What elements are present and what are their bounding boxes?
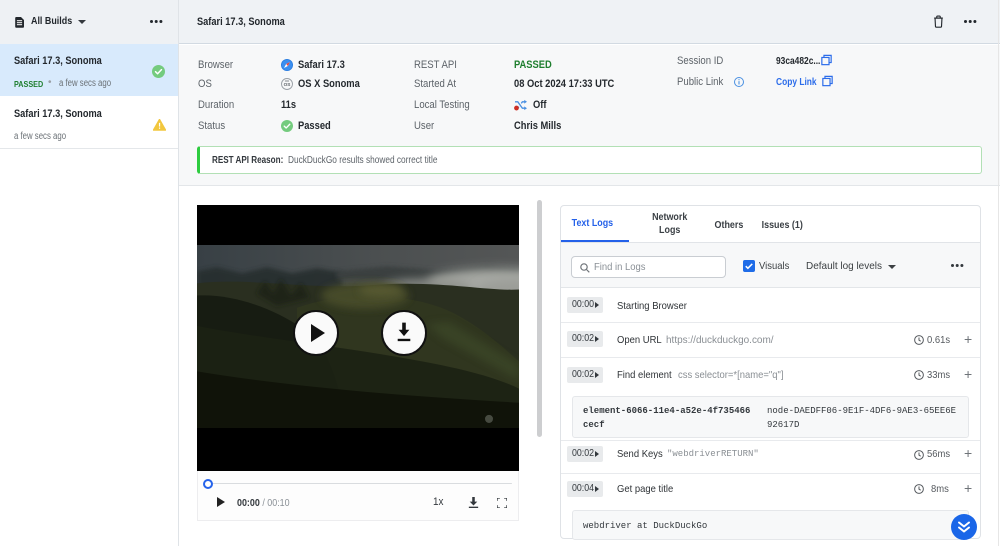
svg-text:OS: OS <box>284 82 291 87</box>
